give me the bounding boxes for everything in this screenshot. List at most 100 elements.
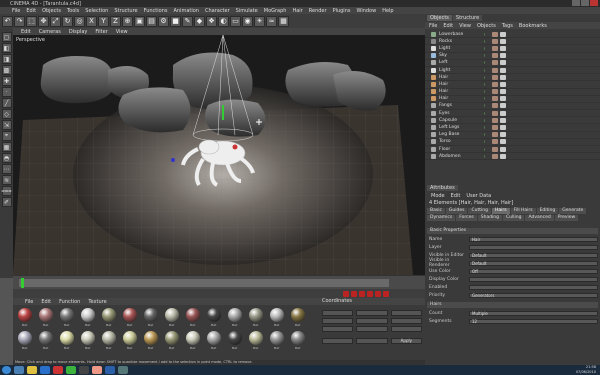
model-mode-icon[interactable]: ◧ [1,43,12,53]
floor-icon[interactable]: ▭ [230,15,241,27]
visibility-dots-icon[interactable]: ⁞ [484,139,490,144]
array-icon[interactable]: ❖ [206,15,217,27]
visibility-dots-icon[interactable]: ⁞ [484,154,490,159]
render-view-icon[interactable]: ▣ [134,15,145,27]
taskbar-photoshop-icon[interactable] [105,366,115,374]
taskbar-app-icon[interactable] [79,366,89,374]
visibility-dots-icon[interactable]: ⁞ [484,75,490,80]
visibility-dots-icon[interactable]: ⁞ [484,132,490,137]
hair-comb-icon[interactable]: ⩶ [1,186,12,196]
attribute-value-field[interactable]: Default [469,260,598,266]
position-x-field[interactable] [322,310,354,316]
material-swatch[interactable]: Mat [78,330,97,351]
visibility-dots-icon[interactable]: ⁞ [484,89,490,94]
material-swatch[interactable]: Mat [141,307,160,328]
render-picture-viewer-icon[interactable]: ▤ [146,15,157,27]
record-icon[interactable] [343,290,349,297]
light-icon[interactable]: ☀ [254,15,265,27]
hair-brush-icon[interactable]: ✐ [1,197,12,207]
object-row[interactable]: Left ⁞ [425,60,600,67]
apply-button[interactable]: Apply [390,338,422,344]
visibility-dots-icon[interactable]: ⁞ [484,53,490,58]
object-menu-file[interactable]: File [429,23,437,29]
cube-icon[interactable]: ■ [170,15,181,27]
menu-structure[interactable]: Structure [114,8,137,14]
visibility-dots-icon[interactable]: ⁞ [484,125,490,130]
texture-tag-icon[interactable] [500,74,506,80]
position-z-field[interactable] [322,326,354,332]
attr-tab-fill-hairs[interactable]: Fill Hairs [510,208,536,214]
object-mode-icon[interactable]: ◨ [1,54,12,64]
attr-tab-advanced[interactable]: Advanced [525,215,554,221]
texture-tag-icon[interactable] [500,38,506,44]
tab-objects[interactable]: Objects [427,15,452,21]
taskbar-chrome-icon[interactable] [66,366,76,374]
recent-tools-icon[interactable]: ◎ [74,15,85,27]
attribute-value-field[interactable] [469,276,598,282]
live-select-icon[interactable]: ⬚ [26,15,37,27]
z-axis-icon[interactable]: Z [110,15,121,27]
rotate-icon[interactable]: ↻ [62,15,73,27]
material-tag-icon[interactable] [492,74,498,80]
object-row[interactable]: Light ⁞ [425,45,600,53]
object-menu-objects[interactable]: Objects [477,23,496,29]
taskbar-explorer-icon[interactable] [14,366,24,374]
menu-edit[interactable]: Edit [26,8,36,14]
attr-tab-preview[interactable]: Preview [554,215,579,221]
menu-functions[interactable]: Functions [144,8,168,14]
material-swatch[interactable]: Mat [78,307,97,328]
undo-icon[interactable]: ↶ [2,15,13,27]
edge-mode-icon[interactable]: ╱ [1,98,12,108]
menu-help[interactable]: Help [382,8,393,14]
material-swatch[interactable]: Mat [99,307,118,328]
visibility-dots-icon[interactable]: ⁞ [484,111,490,116]
texture-tag-icon[interactable] [500,45,506,51]
material-tag-icon[interactable] [492,81,498,87]
material-tag-icon[interactable] [492,139,498,145]
viewport[interactable] [13,35,425,275]
material-menu-file[interactable]: File [25,299,33,305]
material-swatch[interactable]: Mat [267,330,286,351]
visibility-dots-icon[interactable]: ⁞ [484,68,490,73]
material-swatch[interactable]: Mat [36,330,55,351]
object-row[interactable]: Torso ⁞ [425,139,600,146]
deformer-icon[interactable]: ◐ [218,15,229,27]
texture-tag-icon[interactable] [500,117,506,123]
object-row[interactable]: Hair ⁞ [425,96,600,103]
taskbar-media-icon[interactable] [53,366,63,374]
material-tag-icon[interactable] [492,132,498,138]
material-swatch[interactable]: Mat [204,307,223,328]
material-swatch[interactable]: Mat [162,307,181,328]
attr-tab-culling[interactable]: Culling [503,215,525,221]
size-x-field[interactable] [356,310,388,316]
attribute-value-field[interactable] [469,284,598,290]
menu-animation[interactable]: Animation [173,8,199,14]
taskbar-ie-icon[interactable] [40,366,50,374]
material-tag-icon[interactable] [492,60,498,66]
visibility-dots-icon[interactable]: ⁞ [484,60,490,65]
workplane-icon[interactable]: ▦ [1,142,12,152]
object-row[interactable]: Sky ⁞ [425,53,600,60]
visibility-dots-icon[interactable]: ⁞ [484,39,490,44]
menu-simulate[interactable]: Simulate [236,8,258,14]
attr-tab-generate[interactable]: Generate [559,208,587,214]
attribute-value-field[interactable]: Multiple [469,310,598,316]
minimize-button[interactable] [572,0,580,6]
material-swatch[interactable]: Mat [120,307,139,328]
material-menu-function[interactable]: Function [59,299,80,305]
object-menu-view[interactable]: View [459,23,471,29]
coordinate-system-icon[interactable]: ⊕ [122,15,133,27]
material-swatch[interactable]: Mat [288,330,307,351]
object-menu-tags[interactable]: Tags [502,23,513,29]
material-menu-edit[interactable]: Edit [41,299,51,305]
texture-mode-icon[interactable]: ▩ [1,65,12,75]
texture-tag-icon[interactable] [500,81,506,87]
maximize-button[interactable] [581,0,589,6]
attr-tab-forces[interactable]: Forces [456,215,477,221]
object-row[interactable]: Lowerbase ⁞ [425,31,600,39]
render-settings-icon[interactable]: ⚙ [158,15,169,27]
viewport-menu-display[interactable]: Display [69,29,87,35]
position-key-icon[interactable] [367,290,373,297]
texture-tag-icon[interactable] [500,67,506,73]
texture-tag-icon[interactable] [500,53,506,59]
